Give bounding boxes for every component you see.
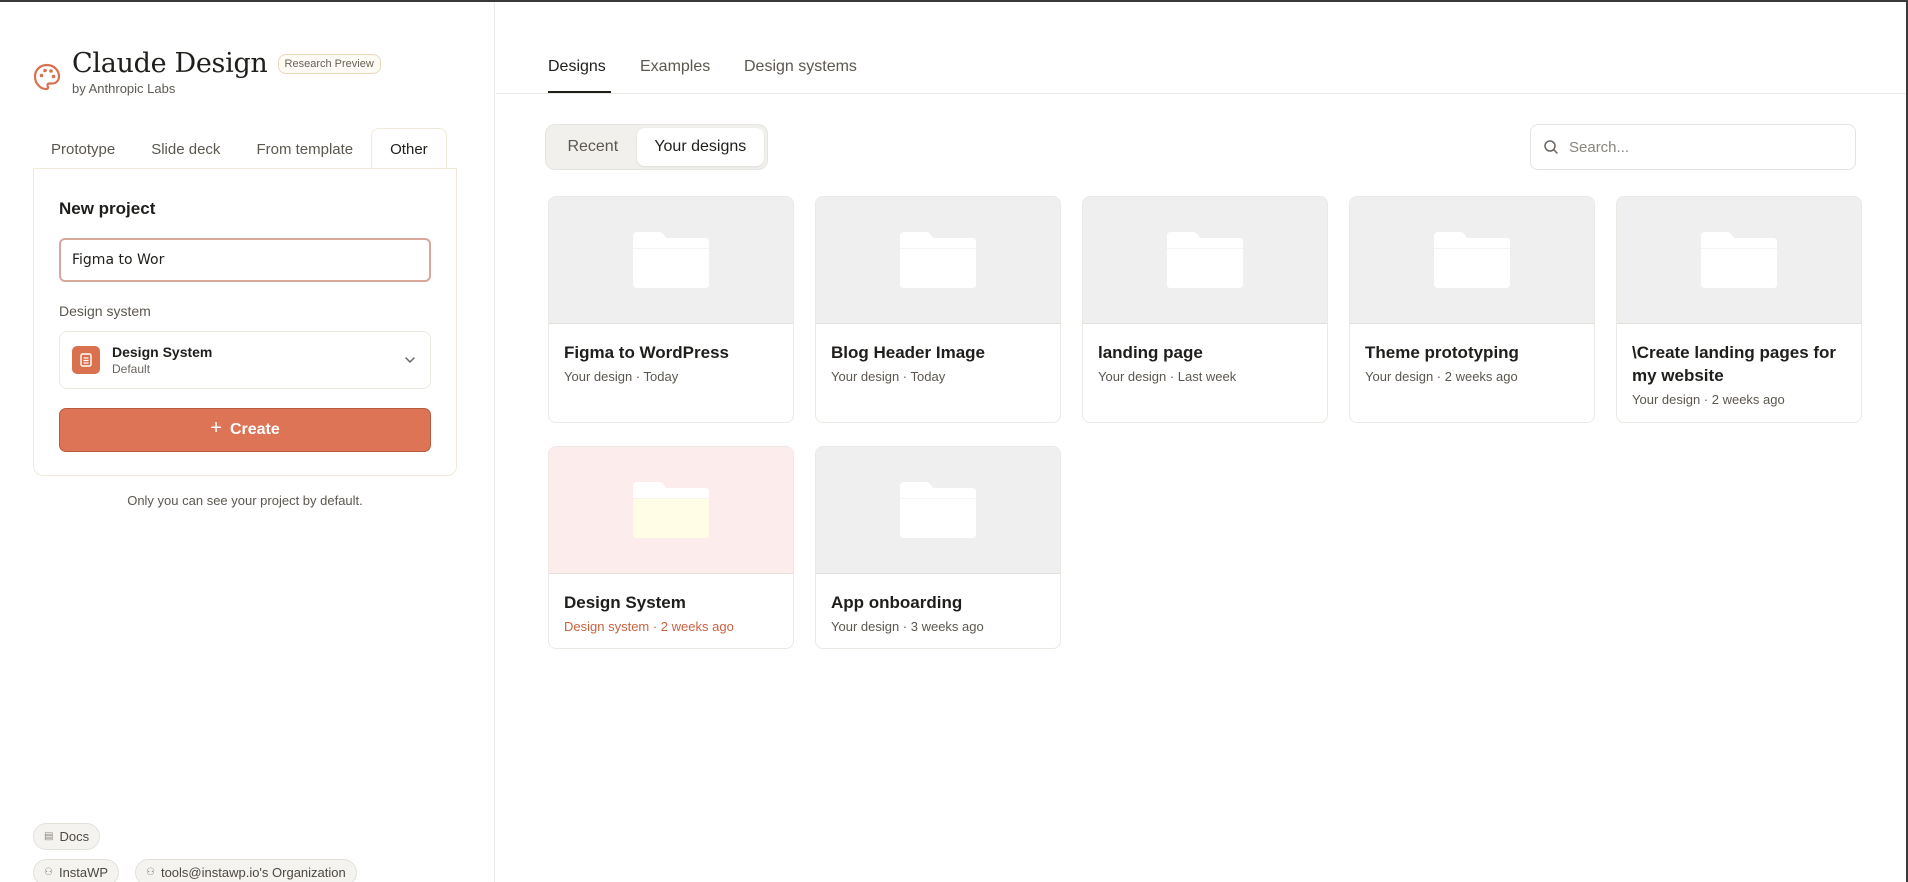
plus-icon: + [210,417,222,439]
design-system-label: Design system [59,303,151,319]
app-title: Claude Design [72,48,268,79]
design-system-name: Design System [112,344,213,360]
design-card-1[interactable]: Blog Header Image Your design · Today [815,196,1061,423]
design-meta: Your design · 2 weeks ago [1632,392,1785,407]
design-thumbnail [1617,197,1861,324]
docs-link[interactable]: ▤ Docs [33,823,101,850]
brand: Claude Design Research Preview by Anthro… [32,48,381,96]
design-title: Blog Header Image [831,343,985,362]
design-card-6[interactable]: App onboarding Your design · 3 weeks ago [815,446,1061,649]
new-project-heading: New project [59,199,156,218]
workspace-switcher[interactable]: ⚇ InstaWP [33,859,120,882]
privacy-note: Only you can see your project by default… [127,493,363,508]
design-thumbnail [549,447,793,574]
workspace-label: InstaWP [58,865,109,880]
design-title: App onboarding [831,593,963,612]
design-thumbnail [816,447,1060,574]
search-input[interactable] [1569,138,1839,156]
design-system-icon [72,346,100,374]
design-card-0[interactable]: Figma to WordPress Your design · Today [548,196,794,423]
design-card-3[interactable]: Theme prototyping Your design · 2 weeks … [1349,196,1595,423]
design-card-2[interactable]: landing page Your design · Last week [1082,196,1328,423]
docs-label: Docs [59,829,90,844]
tab-prototype[interactable]: Prototype [33,128,133,170]
new-project-card: New project Design system Design System … [33,168,457,476]
design-system-select[interactable]: Design System Default [59,331,431,389]
design-title: Theme prototyping [1365,343,1519,362]
book-icon: ▤ [44,831,54,842]
design-title: Figma to WordPress [564,343,729,362]
segment-recent[interactable]: Recent [549,128,637,166]
design-meta: Your design · 3 weeks ago [831,619,984,634]
create-button-label: Create [229,421,280,438]
tab-slide-deck[interactable]: Slide deck [133,128,238,170]
users-icon: ⚇ [146,867,155,878]
project-name-input[interactable] [59,238,431,282]
organization-switcher[interactable]: ⚇ tools@instawp.io's Organization [135,859,357,882]
app-window: Claude Design Research Preview by Anthro… [0,0,1908,882]
search-icon [1544,140,1558,154]
app-subtitle: by Anthropic Labs [72,81,176,96]
organization-label: tools@instawp.io's Organization [160,865,346,880]
active-tab-indicator [548,91,611,93]
design-thumbnail [1350,197,1594,324]
chevron-down-icon [405,357,415,363]
folder-icon [900,482,976,538]
design-system-default: Default [112,362,151,376]
user-icon: ⚇ [44,867,53,878]
folder-icon [1701,232,1777,288]
design-card-4[interactable]: \Create landing pages for my website You… [1616,196,1862,423]
folder-icon [900,232,976,288]
design-meta: Your design · 2 weeks ago [1365,369,1518,384]
palette-icon [33,63,61,91]
sidebar: Claude Design Research Preview by Anthro… [0,2,495,882]
folder-icon [1434,232,1510,288]
design-card-5[interactable]: Design System Design system · 2 weeks ag… [548,446,794,649]
design-thumbnail [549,197,793,324]
design-meta: Design system · 2 weeks ago [564,619,734,634]
folder-icon [1167,232,1243,288]
design-meta: Your design · Today [564,369,679,384]
folder-icon [633,482,709,538]
design-meta: Your design · Today [831,369,946,384]
designs-filter-segment: Recent Your designs [545,124,768,170]
segment-your-designs[interactable]: Your designs [636,128,764,166]
main-tabs: Designs Examples Design systems [496,2,1906,94]
design-title: landing page [1098,343,1203,362]
design-title: \Create landing pages for my website [1632,343,1837,385]
tab-designs[interactable]: Designs [548,58,606,76]
design-meta: Your design · Last week [1098,369,1237,384]
design-thumbnail [816,197,1060,324]
research-preview-badge: Research Preview [277,53,381,74]
tab-examples[interactable]: Examples [640,58,710,76]
search-box[interactable] [1530,124,1856,170]
tab-from-template[interactable]: From template [238,128,371,170]
create-button[interactable]: + Create [59,408,431,452]
folder-icon [633,232,709,288]
design-thumbnail [1083,197,1327,324]
design-title: Design System [564,593,686,612]
tab-design-systems[interactable]: Design systems [744,58,857,76]
main-area: Designs Examples Design systems Recent Y… [496,2,1906,882]
project-type-tabs: Prototype Slide deck From template Other [33,128,457,170]
tab-other[interactable]: Other [371,128,447,170]
